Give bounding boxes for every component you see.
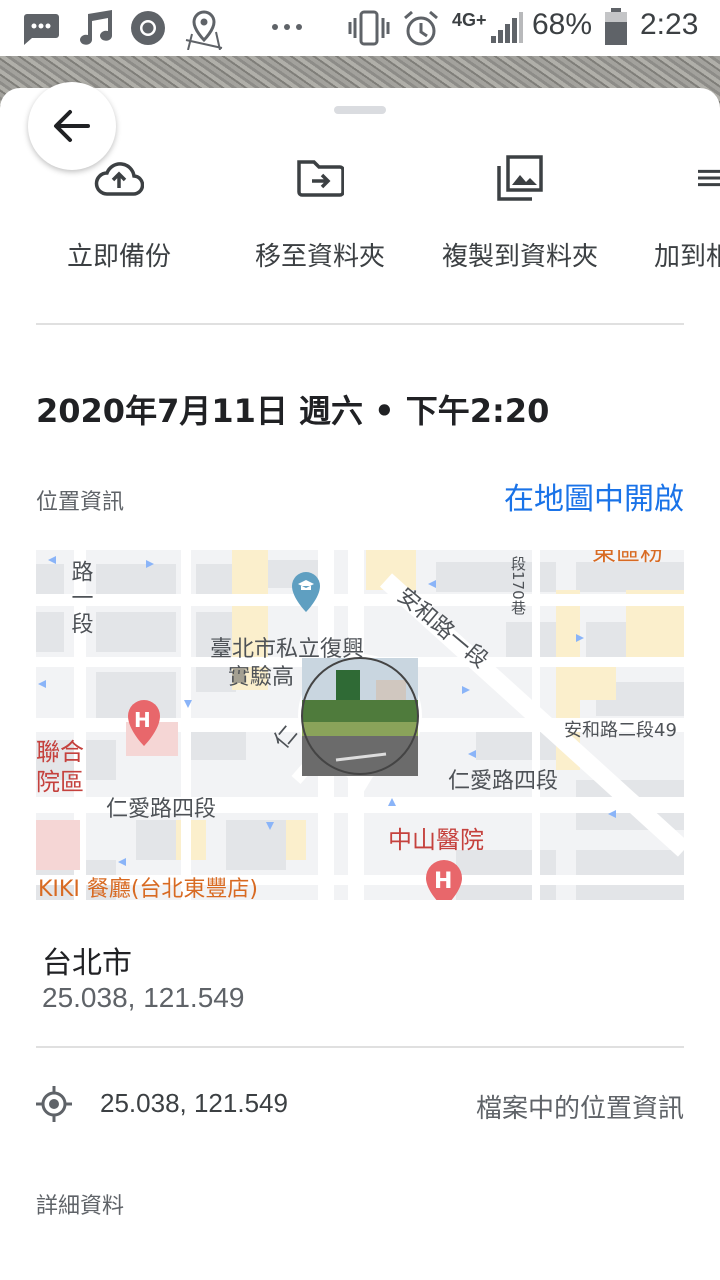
map-label-zhongshan: 中山醫院 <box>388 826 484 854</box>
details-section-label: 詳細資料 <box>36 1194 125 1219</box>
location-map[interactable]: 路一段 臺北市私立復興 實驗高 安和路一段 段170巷 安和路二段49 仁愛路四… <box>36 550 684 900</box>
move-to-folder-label: 移至資料夾 <box>254 242 385 272</box>
map-label-lane: 段170巷 <box>509 556 527 615</box>
music-icon <box>80 10 112 45</box>
map-label-lianhe: 聯合 <box>36 738 84 766</box>
map-label-top-right: 東區粉 <box>592 550 664 566</box>
map-label-road-1: 路一段 <box>68 560 94 638</box>
photo-datetime: 2020年7月11日 週六 • 下午2:20 <box>36 392 550 430</box>
battery-percent: 68% <box>532 8 593 41</box>
file-location-source: 檔案中的位置資訊 <box>475 1094 684 1124</box>
location-pin-icon <box>185 10 223 50</box>
map-label-school: 臺北市私立復興 <box>210 637 364 662</box>
drag-handle[interactable] <box>334 106 386 114</box>
chrome-icon <box>131 11 165 45</box>
place-name: 台北市 <box>42 946 132 981</box>
back-button[interactable] <box>28 82 116 170</box>
add-to-album-button[interactable]: 加到相 <box>628 150 720 273</box>
move-to-folder-icon <box>297 160 344 197</box>
map-label-kiki: KIKI 餐廳(台北東豐店) <box>38 877 258 900</box>
map-label-renai-right: 仁愛路四段 <box>448 769 558 794</box>
map-canvas: 路一段 臺北市私立復興 實驗高 安和路一段 段170巷 安和路二段49 仁愛路四… <box>36 550 684 900</box>
message-icon <box>24 14 59 45</box>
divider <box>36 323 684 325</box>
copy-to-folder-icon <box>497 155 543 201</box>
open-in-map-link[interactable]: 在地圖中開啟 <box>504 474 684 518</box>
divider <box>36 1046 684 1048</box>
cloud-upload-icon <box>94 162 144 196</box>
map-label-school-line2: 實驗高 <box>228 665 294 690</box>
location-section-label: 位置資訊 <box>36 490 125 515</box>
backup-now-label: 立即備份 <box>66 242 171 272</box>
add-to-album-label: 加到相 <box>654 242 720 272</box>
gps-location-icon <box>36 1086 72 1122</box>
file-coordinates: 25.038, 121.549 <box>100 1088 288 1118</box>
map-label-anhe-49: 安和路二段49 <box>564 720 677 741</box>
battery-icon <box>605 8 627 45</box>
copy-to-folder-button[interactable]: 複製到資料夾 <box>420 150 620 273</box>
status-bar: 4G+ 68% 2:23 <box>0 0 720 56</box>
map-label-lianhe-line2: 院區 <box>36 768 84 796</box>
move-to-folder-button[interactable]: 移至資料夾 <box>220 150 420 273</box>
add-to-album-icon <box>698 169 720 187</box>
map-label-renai-left: 仁愛路四段 <box>106 797 216 822</box>
vibrate-icon <box>348 10 390 46</box>
backup-now-button[interactable]: 立即備份 <box>19 150 219 273</box>
place-coordinates: 25.038, 121.549 <box>42 982 245 1013</box>
signal-icon <box>491 12 523 43</box>
hospital-h-right: H <box>434 869 452 894</box>
alarm-icon <box>404 10 438 46</box>
clock: 2:23 <box>640 8 699 41</box>
more-icon <box>272 24 302 30</box>
arrow-back-icon <box>54 110 90 142</box>
hospital-h-left: H <box>134 708 151 732</box>
network-type: 4G+ <box>452 10 487 30</box>
copy-to-folder-label: 複製到資料夾 <box>441 242 598 272</box>
